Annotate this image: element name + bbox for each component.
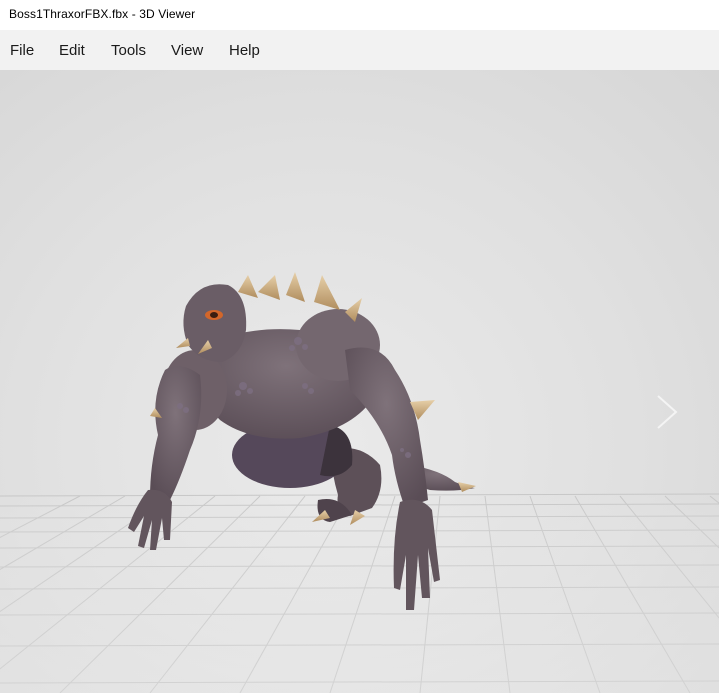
window-title: Boss1ThraxorFBX.fbx - 3D Viewer	[9, 7, 196, 21]
menu-edit[interactable]: Edit	[59, 42, 85, 59]
menu-file[interactable]: File	[10, 42, 34, 59]
title-bar: Boss1ThraxorFBX.fbx - 3D Viewer	[0, 0, 719, 30]
chevron-right-icon	[657, 395, 678, 429]
menu-help[interactable]: Help	[229, 42, 260, 59]
3d-viewport[interactable]	[0, 70, 719, 693]
menu-tools[interactable]: Tools	[111, 42, 146, 59]
menu-view[interactable]: View	[171, 42, 203, 59]
menu-bar: File Edit Tools View Help	[0, 30, 719, 70]
next-arrow-button[interactable]	[657, 395, 678, 429]
scene-canvas	[0, 272, 719, 693]
